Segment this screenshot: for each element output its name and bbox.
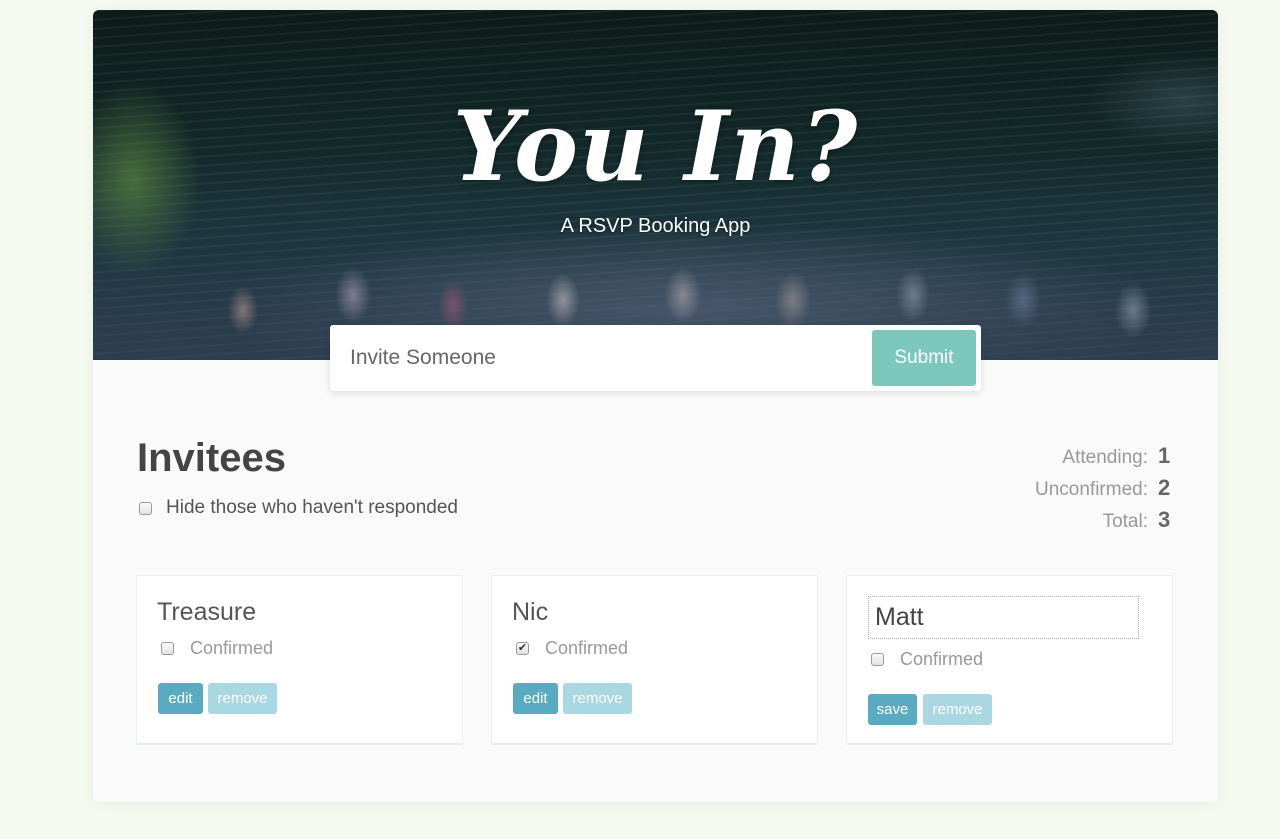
guest-name: Treasure — [157, 598, 257, 626]
confirmed-checkbox[interactable] — [871, 653, 884, 666]
app-container: You In? A RSVP Booking App Submit Invite… — [93, 10, 1218, 802]
invitees-heading: Invitees — [137, 436, 286, 480]
invite-input[interactable] — [330, 325, 860, 391]
save-button[interactable]: save — [868, 694, 917, 725]
edit-button[interactable]: edit — [158, 683, 203, 714]
hide-unresponded-label: Hide those who haven't responded — [166, 497, 458, 518]
guest-card: Treasure Confirmed edit remove — [136, 575, 463, 745]
hero-banner: You In? A RSVP Booking App — [93, 10, 1218, 360]
confirmed-toggle[interactable]: ✔ Confirmed — [516, 638, 628, 659]
guest-card: Matt Confirmed save remove — [846, 575, 1173, 745]
confirmed-checkbox[interactable] — [161, 642, 174, 655]
app-subtitle: A RSVP Booking App — [560, 215, 751, 237]
rsvp-counter: Attending: 1 Unconfirmed: 2 Total: 3 — [1035, 440, 1173, 536]
attending-row: Attending: 1 — [1035, 440, 1173, 472]
confirmed-label: Confirmed — [190, 638, 274, 658]
confirmed-toggle[interactable]: Confirmed — [871, 649, 983, 670]
invite-form: Submit — [330, 325, 981, 391]
app-title: You In? — [452, 90, 859, 203]
edit-button[interactable]: edit — [513, 683, 558, 714]
total-count: 3 — [1158, 507, 1171, 532]
guest-name-input[interactable]: Matt — [868, 596, 1139, 639]
unconfirmed-count: 2 — [1158, 475, 1171, 500]
hide-unresponded-filter[interactable]: Hide those who haven't responded — [139, 497, 458, 519]
unconfirmed-row: Unconfirmed: 2 — [1035, 472, 1173, 504]
total-row: Total: 3 — [1035, 504, 1173, 536]
remove-button[interactable]: remove — [923, 694, 992, 725]
attending-count: 1 — [1158, 443, 1171, 468]
total-label: Total: — [1102, 511, 1148, 532]
confirmed-label: Confirmed — [900, 649, 984, 669]
unconfirmed-label: Unconfirmed: — [1035, 479, 1148, 500]
confirmed-toggle[interactable]: Confirmed — [161, 638, 273, 659]
confirmed-label: Confirmed — [545, 638, 629, 658]
submit-button[interactable]: Submit — [872, 330, 976, 386]
remove-button[interactable]: remove — [208, 683, 277, 714]
remove-button[interactable]: remove — [563, 683, 632, 714]
guest-name: Nic — [512, 598, 549, 626]
guest-card: Nic ✔ Confirmed edit remove — [491, 575, 818, 745]
hide-unresponded-checkbox[interactable] — [139, 501, 152, 515]
attending-label: Attending: — [1062, 447, 1148, 468]
confirmed-checkbox[interactable]: ✔ — [516, 642, 529, 655]
